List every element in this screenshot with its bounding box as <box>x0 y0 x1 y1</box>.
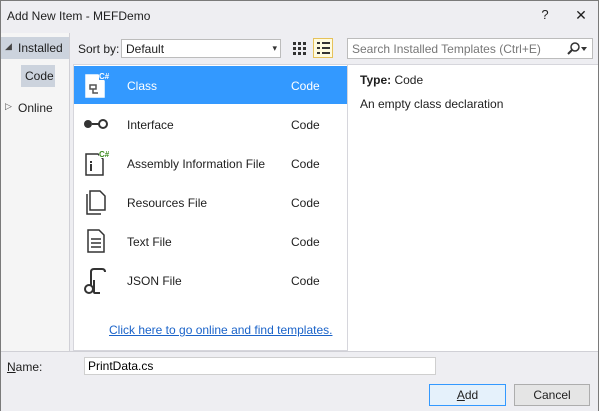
title-bar: Add New Item - MEFDemo ? ✕ <box>1 1 598 33</box>
template-item-type: Code <box>291 118 320 132</box>
add-button[interactable]: Add <box>429 384 506 406</box>
detail-type-value: Code <box>394 73 424 87</box>
detail-type: Type: Code <box>360 73 423 87</box>
add-button-access-key: A <box>456 388 465 402</box>
csharp-assembly-info-icon: C# <box>85 150 110 176</box>
list-view-icon <box>317 42 330 54</box>
text-file-icon <box>87 229 105 253</box>
small-icons-view-button[interactable] <box>290 39 308 57</box>
tree-node-installed[interactable]: ◢ Installed <box>1 37 69 59</box>
name-label-text: ame: <box>15 360 43 374</box>
template-item-name: Resources File <box>127 196 208 210</box>
template-details-pane: Type: Code An empty class declaration <box>348 64 598 351</box>
name-label: Name: <box>7 360 42 374</box>
template-item-type: Code <box>291 235 320 249</box>
sort-by-label: Sort by: <box>78 42 120 56</box>
interface-icon <box>84 119 108 129</box>
tree-node-online-label: Online <box>18 101 53 115</box>
template-item-name: Interface <box>127 118 174 132</box>
help-button[interactable]: ? <box>537 7 553 25</box>
resources-file-icon <box>86 190 106 215</box>
cancel-button[interactable]: Cancel <box>514 384 590 406</box>
template-item-type: Code <box>291 79 320 93</box>
tree-node-code-label: Code <box>25 69 54 83</box>
template-item-json-file[interactable]: JSON File Code <box>74 261 347 299</box>
template-item-name: Assembly Information File <box>127 157 266 171</box>
add-button-label: dd <box>464 388 479 402</box>
add-new-item-dialog: Add New Item - MEFDemo ? ✕ ◢ Installed C… <box>0 0 599 411</box>
window-title: Add New Item - MEFDemo <box>7 9 151 23</box>
template-item-type: Code <box>291 274 320 288</box>
template-item-type: Code <box>291 157 320 171</box>
detail-description: An empty class declaration <box>360 97 504 111</box>
search-templates-box[interactable] <box>347 38 593 59</box>
search-templates-input[interactable] <box>350 40 564 58</box>
template-item-resources-file[interactable]: Resources File Code <box>74 183 347 221</box>
collapsed-arrow-icon[interactable]: ▷ <box>5 101 12 112</box>
json-file-icon <box>84 268 106 294</box>
name-label-access-key: N <box>7 360 16 374</box>
template-item-name: JSON File <box>127 274 182 288</box>
template-list: C# Class Code Interface Code C# Assembly… <box>73 64 348 351</box>
medium-icons-view-button[interactable] <box>313 38 333 58</box>
template-item-text-file[interactable]: Text File Code <box>74 222 347 260</box>
sort-by-value: Default <box>126 42 165 56</box>
template-item-interface[interactable]: Interface Code <box>74 105 347 143</box>
svg-text:C#: C# <box>99 72 110 81</box>
sort-by-dropdown[interactable]: Default ▾ <box>121 39 281 58</box>
item-name-input[interactable] <box>84 357 436 375</box>
template-item-assembly-information-file[interactable]: C# Assembly Information File Code <box>74 144 347 182</box>
tree-node-installed-label: Installed <box>18 41 63 55</box>
csharp-class-icon: C# <box>85 72 110 98</box>
grid-view-icon <box>293 42 306 55</box>
tree-node-code[interactable]: Code <box>21 65 55 87</box>
dropdown-arrow-icon: ▾ <box>272 43 277 53</box>
template-item-class[interactable]: C# Class Code <box>74 66 347 104</box>
svg-text:C#: C# <box>99 150 110 159</box>
dialog-footer: Name: Add Cancel <box>1 351 598 411</box>
template-item-name: Class <box>127 79 158 93</box>
template-item-type: Code <box>291 196 320 210</box>
find-templates-online-link[interactable]: Click here to go online and find templat… <box>109 323 332 337</box>
template-category-tree: ◢ Installed Code ▷ Online <box>1 33 70 351</box>
expanded-arrow-icon[interactable]: ◢ <box>5 41 12 52</box>
tree-node-online[interactable]: ▷ Online <box>1 97 69 119</box>
template-item-name: Text File <box>127 235 172 249</box>
detail-type-label: Type: <box>360 73 392 87</box>
close-button[interactable]: ✕ <box>573 7 589 25</box>
search-icon[interactable] <box>566 41 588 57</box>
